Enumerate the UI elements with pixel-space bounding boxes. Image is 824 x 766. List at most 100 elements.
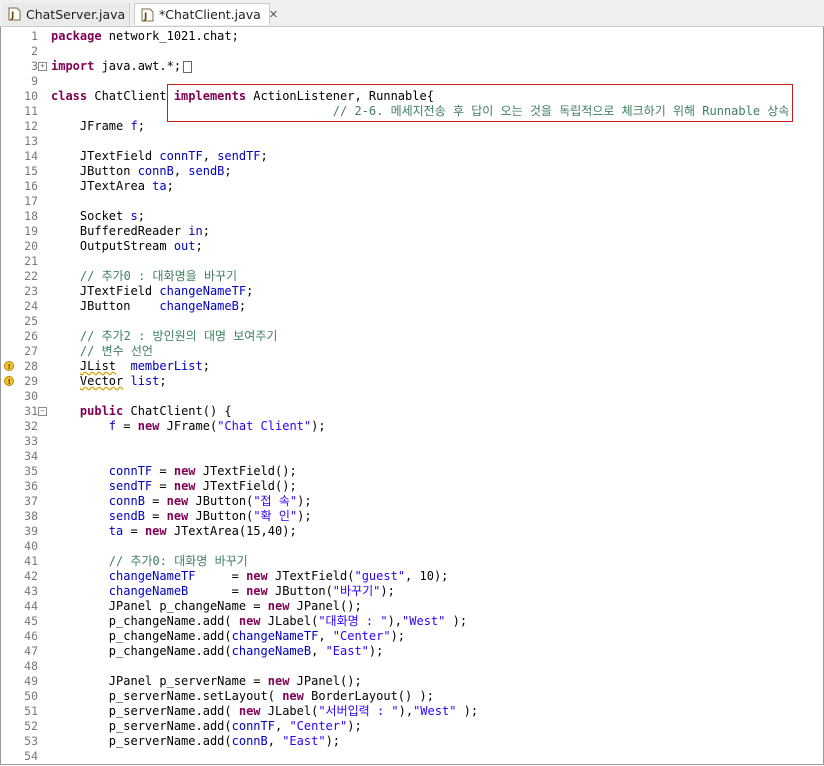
code-text: p_changeName.add(changeNameB, "East"); <box>51 644 384 659</box>
line-number: 34 <box>24 449 38 463</box>
tab-chatserver[interactable]: J ChatServer.java <box>2 3 130 25</box>
code-token: = <box>116 419 138 433</box>
collapsed-imports-icon[interactable] <box>183 60 193 73</box>
line-number: 43 <box>24 584 38 598</box>
code-line: 14 JTextField connTF, sendTF; <box>1 149 823 164</box>
code-token: JLabel( <box>260 614 319 628</box>
code-token: sendTF <box>108 479 153 493</box>
code-text: connTF = new JTextField(); <box>51 464 297 479</box>
code-token: in <box>188 224 203 238</box>
code-token: connB <box>108 494 145 508</box>
code-token: "대화명 : " <box>318 614 388 628</box>
code-text: JFrame f; <box>51 119 145 134</box>
code-token: changeNameTF <box>231 629 319 643</box>
code-token: ); <box>380 584 395 598</box>
code-line: 24 JButton changeNameB; <box>1 299 823 314</box>
code-editor[interactable]: 1 package network_1021.chat; 2 3 + import jav… <box>0 27 824 765</box>
line-number: 50 <box>24 689 38 703</box>
code-line: 32 f = new JFrame("Chat Client"); <box>1 419 823 434</box>
code-line: 9 <box>1 74 823 89</box>
code-token: ); <box>456 704 479 718</box>
code-line: 49 JPanel p_serverName = new JPanel(); <box>1 674 823 689</box>
line-number: 32 <box>24 419 38 433</box>
code-line: 20 OutputStream out; <box>1 239 823 254</box>
code-lines: 1 package network_1021.chat; 2 3 + import jav… <box>1 29 823 764</box>
code-token: BorderLayout() ); <box>303 689 434 703</box>
code-line: 28! JList memberList; <box>1 359 823 374</box>
fold-expand-icon[interactable]: + <box>38 62 47 71</box>
line-number: 35 <box>24 464 38 478</box>
code-token: JTextArea(15,40); <box>166 524 297 538</box>
line-number: 19 <box>24 224 38 238</box>
fold-collapse-icon[interactable]: − <box>38 407 47 416</box>
code-line: 31− public ChatClient() { <box>1 404 823 419</box>
line-number: 14 <box>24 149 38 163</box>
tab-chatclient[interactable]: J *ChatClient.java ✕ <box>134 3 278 25</box>
code-token: OutputStream <box>51 239 174 253</box>
code-token: ; <box>137 209 145 223</box>
code-token: JFrame <box>51 119 131 133</box>
code-token: ; <box>246 284 254 298</box>
code-token: ChatClient <box>87 89 174 103</box>
code-line: 43 changeNameB = new JButton("바꾸기"); <box>1 584 823 599</box>
code-token: new <box>246 584 268 598</box>
warning-icon[interactable]: ! <box>4 360 16 372</box>
line-number: 24 <box>24 299 38 313</box>
code-token: class <box>51 89 88 103</box>
code-token: import <box>51 59 95 73</box>
code-text: JPanel p_serverName = new JPanel(); <box>51 674 362 689</box>
line-number: 23 <box>24 284 38 298</box>
code-token: "접 속" <box>253 494 298 508</box>
code-token: ta <box>108 524 124 538</box>
code-token: new <box>267 599 290 613</box>
code-line: 40 <box>1 539 823 554</box>
code-text: p_serverName.add(connB, "East"); <box>51 734 340 749</box>
warning-icon[interactable]: ! <box>4 375 16 387</box>
code-token: BufferedReader <box>51 224 189 238</box>
code-line: 50 p_serverName.setLayout( new BorderLay… <box>1 689 823 704</box>
code-token: JTextField <box>51 149 160 163</box>
code-token: new <box>166 494 189 508</box>
code-line: 51 p_serverName.add( new JLabel("서버입력 : … <box>1 704 823 719</box>
code-token: JTextArea <box>51 179 153 193</box>
code-token: "guest" <box>354 569 406 583</box>
code-token: ChatClient() { <box>123 404 232 418</box>
close-icon[interactable]: ✕ <box>269 8 278 21</box>
line-number: 40 <box>24 539 38 553</box>
code-token: new <box>246 569 268 583</box>
line-number: 47 <box>24 644 38 658</box>
code-line: 26 // 추가2 : 방인원의 대명 보여주기 <box>1 329 823 344</box>
code-token: ; <box>159 374 167 388</box>
code-token: network_1021.chat; <box>101 29 239 43</box>
line-number: 15 <box>24 164 38 178</box>
code-line: 37 connB = new JButton("접 속"); <box>1 494 823 509</box>
code-token: JPanel(); <box>289 599 362 613</box>
code-token: changeNameTF <box>108 569 196 583</box>
code-line: 17 <box>1 194 823 209</box>
java-file-icon: J <box>141 8 154 22</box>
code-line: 19 BufferedReader in; <box>1 224 823 239</box>
code-line: 25 <box>1 314 823 329</box>
code-token: // 추가0: 대화명 바꾸기 <box>108 554 248 568</box>
code-token: , <box>173 164 189 178</box>
code-token: JList <box>79 359 117 373</box>
code-token: = <box>152 479 174 493</box>
code-token: p_serverName.setLayout( <box>51 689 283 703</box>
line-number: 36 <box>24 479 38 493</box>
line-number: 42 <box>24 569 38 583</box>
code-text: Socket s; <box>51 209 145 224</box>
code-token: = <box>195 569 247 583</box>
code-token: new <box>166 509 189 523</box>
code-line: 53 p_serverName.add(connB, "East"); <box>1 734 823 749</box>
code-token: ); <box>368 644 384 658</box>
line-number: 9 <box>31 74 38 88</box>
code-line: 38 sendB = new JButton("확 인"); <box>1 509 823 524</box>
line-number: 51 <box>24 704 38 718</box>
code-token: java.awt.*; <box>94 59 182 73</box>
code-line: 48 <box>1 659 823 674</box>
